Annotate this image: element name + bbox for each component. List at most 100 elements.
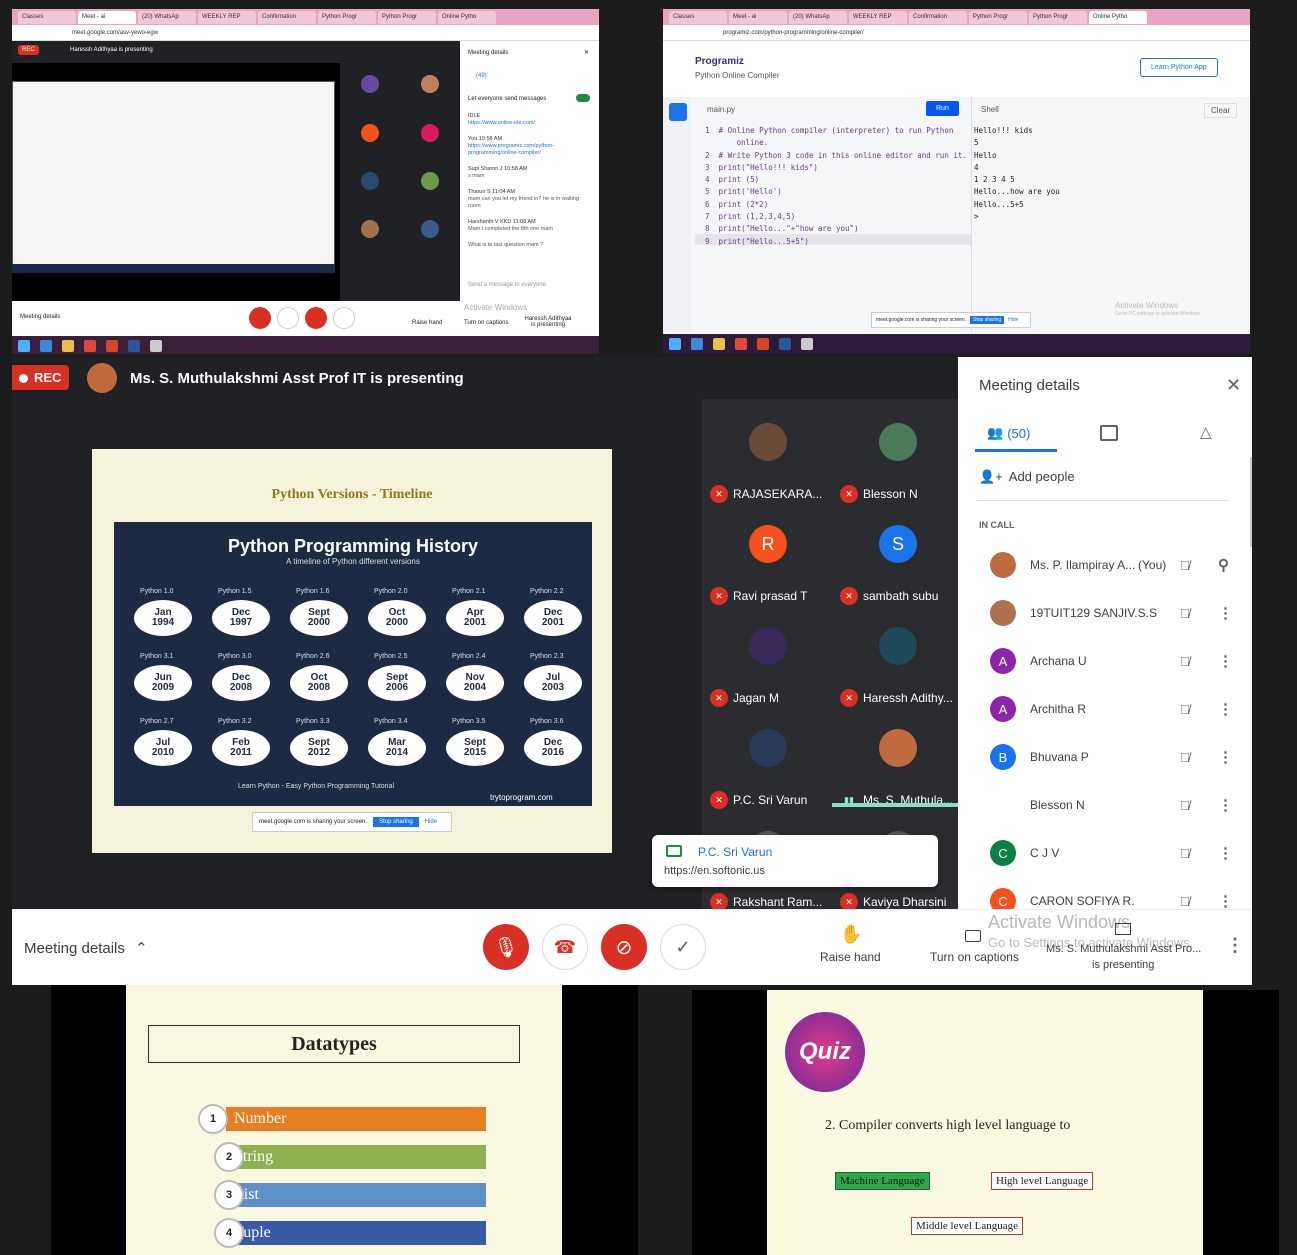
browser-tab[interactable]: Confirmation (258, 10, 316, 24)
camera-off-button[interactable]: ⊘ (601, 924, 647, 970)
activities-tab-icon[interactable]: △ (1200, 423, 1212, 441)
captions-label[interactable]: Turn on captions (464, 320, 508, 326)
browser-tab[interactable]: Classes (18, 10, 76, 24)
folder-icon[interactable] (713, 338, 725, 350)
more-options-icon[interactable]: ⋮ (1218, 748, 1233, 766)
browser-tab[interactable]: Meet - ai (78, 10, 136, 24)
present-icon[interactable] (1115, 923, 1131, 935)
more-options-icon[interactable]: ⋮ (1218, 652, 1233, 670)
stop-sharing-button[interactable]: Stop sharing (970, 316, 1005, 324)
hide-button[interactable]: Hide (425, 819, 437, 825)
participant-row[interactable]: Blesson N 🎙̸ ⋮ (990, 781, 1240, 829)
more-options-icon[interactable]: ⋮ (1218, 892, 1233, 910)
output-line: Hello (974, 150, 997, 160)
address-bar[interactable]: programiz.com/python-programming/online-… (663, 25, 1250, 41)
people-count[interactable]: (49) (476, 73, 487, 79)
meeting-details-button[interactable]: Meeting details ⌃ (24, 939, 148, 957)
stop-sharing-button[interactable]: Stop sharing (373, 817, 419, 827)
word-icon[interactable] (779, 338, 791, 350)
browser-tab[interactable]: (20) WhatsAp (789, 10, 847, 24)
more-options-icon[interactable]: ⋮ (1226, 935, 1244, 956)
file-tab[interactable]: main.py (707, 105, 735, 114)
participant-row[interactable]: A Archana U 🎙̸ ⋮ (990, 637, 1240, 685)
participant-tile[interactable]: S ✕ sambath subu (834, 517, 960, 617)
captions-label[interactable]: Turn on captions (930, 950, 1019, 964)
acrobat-icon[interactable] (150, 340, 162, 352)
chat-tab-icon[interactable] (1100, 425, 1118, 441)
more-options-icon[interactable]: ⋮ (1218, 844, 1233, 862)
learn-python-app-button[interactable]: Learn Python App (1140, 58, 1218, 77)
close-icon[interactable]: ✕ (1226, 375, 1241, 396)
clear-button[interactable]: Clear (1204, 103, 1238, 118)
browser-tab[interactable]: Python Progr (378, 10, 436, 24)
participant-tile[interactable]: ✕ P.C. Sri Varun (704, 721, 830, 821)
participant-row[interactable]: A Architha R 🎙̸ ⋮ (990, 685, 1240, 733)
captions-icon[interactable] (965, 930, 981, 942)
more-options-button[interactable] (333, 307, 355, 329)
windows-icon[interactable] (18, 340, 30, 352)
browser-tab[interactable]: Online Pytho (438, 10, 496, 24)
hide-button[interactable]: Hide (1008, 317, 1018, 323)
people-tab[interactable]: 👥 (50) (987, 425, 1030, 441)
participant-tile[interactable]: ✕ Jagan M (704, 619, 830, 719)
address-bar[interactable]: meet.google.com/asv-yewo-egw (12, 25, 599, 41)
option-machine-language[interactable]: Machine Language (835, 1172, 930, 1190)
browser-tab[interactable]: WEEKLY REP (849, 10, 907, 24)
participant-row[interactable]: Ms. P. Ilampiray A... (You) 🎙̸ ⚲ (990, 541, 1240, 589)
participant-tile[interactable]: ✕ RAJASEKARA... (704, 415, 830, 515)
participant-row[interactable]: C C J V 🎙̸ ⋮ (990, 829, 1240, 877)
more-options-icon[interactable]: ⋮ (1218, 604, 1233, 622)
participant-row[interactable]: B Bhuvana P 🎙̸ ⋮ (990, 733, 1240, 781)
participant-row[interactable]: 19TUIT129 SANJIV.S.S 🎙̸ ⋮ (990, 589, 1240, 637)
toggle-switch[interactable] (576, 94, 590, 102)
ie-icon[interactable] (691, 338, 703, 350)
mic-off-button[interactable]: 🎙 (483, 924, 529, 970)
chrome-icon[interactable] (735, 338, 747, 350)
close-icon[interactable]: ✕ (584, 49, 589, 56)
hang-up-button[interactable] (277, 307, 299, 329)
browser-tab[interactable]: Python Progr (969, 10, 1027, 24)
powerpoint-icon[interactable] (106, 340, 118, 352)
browser-tab[interactable]: Confirmation (909, 10, 967, 24)
browser-tab[interactable]: (20) WhatsAp (138, 10, 196, 24)
version-date-bubble: Jan 1994 (134, 600, 192, 636)
chat-input[interactable]: Send a message to everyone (468, 282, 546, 288)
option-high-level-language[interactable]: High level Language (991, 1172, 1094, 1190)
folder-icon[interactable] (62, 340, 74, 352)
chrome-icon[interactable] (84, 340, 96, 352)
browser-tab[interactable]: Classes (669, 10, 727, 24)
add-people-button[interactable]: 👤+ Add people (979, 469, 1075, 485)
participant-tile[interactable]: ✕ Haressh Adithy... (834, 619, 960, 719)
more-options-icon[interactable]: ⋮ (1218, 700, 1233, 718)
hand-icon[interactable]: ✋ (840, 924, 862, 945)
code-editor[interactable]: 1 # Online Python compiler (interpreter)… (705, 125, 971, 248)
more-options-icon[interactable]: ⋮ (1218, 796, 1233, 814)
participant-tile[interactable]: ✕ Blesson N (834, 415, 960, 515)
mic-off-button[interactable] (249, 307, 271, 329)
browser-tab[interactable]: Python Progr (1029, 10, 1087, 24)
programiz-logo[interactable]: Programiz (695, 56, 744, 67)
browser-tab[interactable]: WEEKLY REP (198, 10, 256, 24)
scrollbar[interactable] (1250, 457, 1252, 547)
ie-icon[interactable] (40, 340, 52, 352)
check-button[interactable]: ✓ (660, 924, 706, 970)
powerpoint-icon[interactable] (757, 338, 769, 350)
python-icon[interactable] (669, 103, 687, 121)
acrobat-icon[interactable] (801, 338, 813, 350)
option-middle-level-language[interactable]: Middle level Language (911, 1217, 1024, 1235)
raise-hand-label[interactable]: Raise hand (820, 950, 881, 964)
hang-up-button[interactable]: ☎ (542, 924, 588, 970)
meeting-details-button[interactable]: Meeting details (20, 314, 60, 320)
word-icon[interactable] (128, 340, 140, 352)
participant-tile[interactable]: R ✕ Ravi prasad T (704, 517, 830, 617)
chat-notification[interactable]: P.C. Sri Varun https://en.softonic.us (652, 835, 938, 887)
pin-icon[interactable]: ⚲ (1218, 556, 1229, 574)
raise-hand-label[interactable]: Raise hand (412, 320, 442, 326)
browser-tab[interactable]: Online Pytho (1089, 10, 1147, 24)
browser-tab[interactable]: Meet - ai (729, 10, 787, 24)
windows-icon[interactable] (669, 338, 681, 350)
camera-off-button[interactable] (305, 307, 327, 329)
browser-tab[interactable]: Python Progr (318, 10, 376, 24)
version-date-bubble: Mar 2014 (368, 730, 426, 766)
run-button[interactable]: Run (926, 101, 959, 116)
